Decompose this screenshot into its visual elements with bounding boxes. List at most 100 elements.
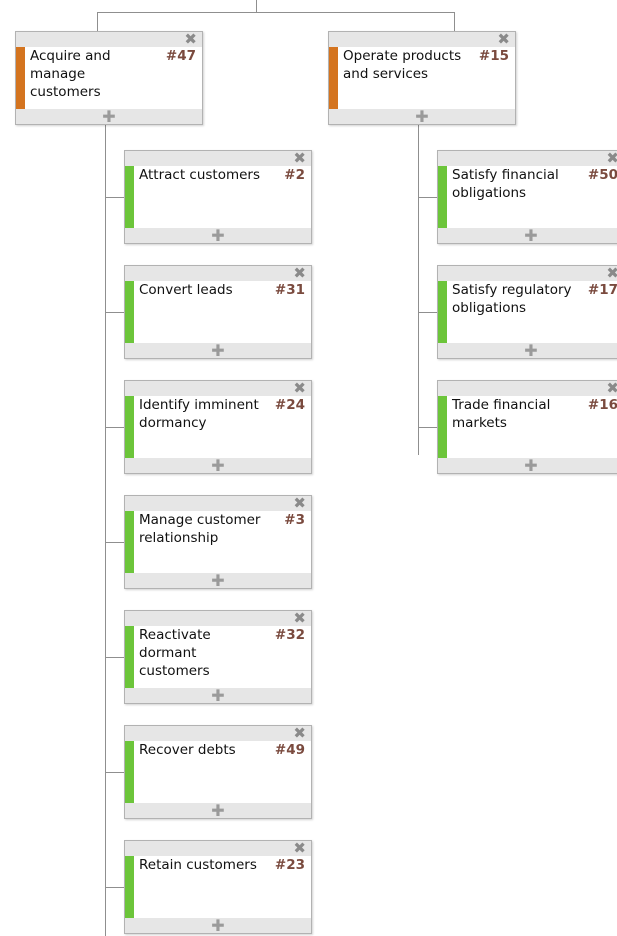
- card-number: #24: [274, 397, 305, 413]
- card-top-bar: [438, 381, 617, 396]
- close-icon[interactable]: ✖: [606, 264, 617, 282]
- card-top-bar: [16, 32, 202, 47]
- child-connector-horizontal: [105, 772, 124, 773]
- card-number: #31: [274, 282, 305, 298]
- child-card[interactable]: Reactivate dormant customers #32 ✖ ✚: [124, 609, 312, 704]
- close-icon[interactable]: ✖: [293, 264, 306, 282]
- card-number: #15: [478, 48, 509, 64]
- parent-connector-drop: [97, 12, 98, 31]
- card-top-bar: [125, 381, 311, 396]
- card-label: Operate products and services: [343, 48, 462, 82]
- add-icon[interactable]: ✚: [125, 573, 311, 589]
- card-accent-bar: [125, 396, 134, 458]
- close-icon[interactable]: ✖: [293, 724, 306, 742]
- close-icon[interactable]: ✖: [293, 494, 306, 512]
- card-accent-bar: [438, 281, 447, 343]
- add-icon[interactable]: ✚: [125, 918, 311, 934]
- add-icon[interactable]: ✚: [125, 803, 311, 819]
- card-number: #32: [274, 627, 305, 643]
- close-icon[interactable]: ✖: [293, 609, 306, 627]
- card-top-bar: [125, 151, 311, 166]
- card-top-bar: [125, 841, 311, 856]
- parent-connector-drop: [454, 12, 455, 31]
- close-icon[interactable]: ✖: [293, 149, 306, 167]
- card-label: Identify imminent dormancy: [139, 397, 259, 431]
- card-accent-bar: [125, 741, 134, 803]
- card-number: #49: [274, 742, 305, 758]
- card-accent-bar: [329, 47, 338, 109]
- child-card[interactable]: Identify imminent dormancy #24 ✖ ✚: [124, 379, 312, 474]
- child-connector-horizontal: [105, 887, 124, 888]
- child-connector-horizontal: [418, 427, 437, 428]
- add-icon[interactable]: ✚: [329, 109, 515, 125]
- add-icon[interactable]: ✚: [438, 343, 617, 359]
- card-accent-bar: [125, 281, 134, 343]
- child-card[interactable]: Attract customers #2 ✖ ✚: [124, 149, 312, 244]
- child-connector-horizontal: [105, 542, 124, 543]
- capability-tree: Acquire and manage customers #47 ✖ ✚ Attract…: [0, 0, 617, 936]
- child-connector-horizontal: [105, 427, 124, 428]
- card-label: Satisfy financial obligations: [452, 167, 559, 201]
- card-label: Satisfy regulatory obligations: [452, 282, 572, 316]
- card-accent-bar: [438, 166, 447, 228]
- child-card[interactable]: Trade financial markets #16 ✖ ✚: [437, 379, 617, 474]
- card-accent-bar: [125, 511, 134, 573]
- card-top-bar: [329, 32, 515, 47]
- card-label: Retain customers: [139, 857, 257, 873]
- close-icon[interactable]: ✖: [184, 30, 197, 48]
- child-connector-horizontal: [105, 657, 124, 658]
- add-icon[interactable]: ✚: [125, 228, 311, 244]
- child-connector-vertical: [105, 125, 106, 936]
- add-icon[interactable]: ✚: [438, 458, 617, 474]
- card-top-bar: [438, 151, 617, 166]
- child-connector-horizontal: [105, 197, 124, 198]
- child-connector-horizontal: [418, 312, 437, 313]
- top-connector-stub: [256, 0, 257, 12]
- card-number: #16: [587, 397, 617, 413]
- add-icon[interactable]: ✚: [438, 228, 617, 244]
- close-icon[interactable]: ✖: [606, 379, 617, 397]
- card-top-bar: [125, 611, 311, 626]
- close-icon[interactable]: ✖: [293, 379, 306, 397]
- card-number: #23: [274, 857, 305, 873]
- close-icon[interactable]: ✖: [606, 149, 617, 167]
- card-number: #17: [587, 282, 617, 298]
- child-connector-vertical: [418, 125, 419, 455]
- card-accent-bar: [438, 396, 447, 458]
- parent-card[interactable]: Operate products and services #15 ✖ ✚: [328, 30, 516, 125]
- child-card[interactable]: Satisfy regulatory obligations #17 ✖ ✚: [437, 264, 617, 359]
- card-label: Trade financial markets: [452, 397, 551, 431]
- parent-card[interactable]: Acquire and manage customers #47 ✖ ✚: [15, 30, 203, 125]
- child-card[interactable]: Retain customers #23 ✖ ✚: [124, 839, 312, 934]
- card-label: Acquire and manage customers: [30, 48, 111, 100]
- add-icon[interactable]: ✚: [125, 688, 311, 704]
- add-icon[interactable]: ✚: [125, 343, 311, 359]
- card-label: Convert leads: [139, 282, 233, 298]
- child-card[interactable]: Satisfy financial obligations #50 ✖ ✚: [437, 149, 617, 244]
- card-accent-bar: [125, 626, 134, 688]
- card-top-bar: [438, 266, 617, 281]
- card-accent-bar: [16, 47, 25, 109]
- child-connector-horizontal: [418, 197, 437, 198]
- card-number: #2: [284, 167, 305, 183]
- card-accent-bar: [125, 166, 134, 228]
- close-icon[interactable]: ✖: [497, 30, 510, 48]
- card-accent-bar: [125, 856, 134, 918]
- card-label: Attract customers: [139, 167, 261, 183]
- card-label: Manage customer relationship: [139, 512, 261, 546]
- card-number: #50: [587, 167, 617, 183]
- card-label: Recover debts: [139, 742, 236, 758]
- card-label: Reactivate dormant customers: [139, 627, 211, 679]
- close-icon[interactable]: ✖: [293, 839, 306, 857]
- child-card[interactable]: Convert leads #31 ✖ ✚: [124, 264, 312, 359]
- card-top-bar: [125, 266, 311, 281]
- card-top-bar: [125, 496, 311, 511]
- top-connector-horizontal: [97, 12, 454, 13]
- card-top-bar: [125, 726, 311, 741]
- child-card[interactable]: Manage customer relationship #3 ✖ ✚: [124, 494, 312, 589]
- child-card[interactable]: Recover debts #49 ✖ ✚: [124, 724, 312, 819]
- card-number: #3: [284, 512, 305, 528]
- add-icon[interactable]: ✚: [16, 109, 202, 125]
- add-icon[interactable]: ✚: [125, 458, 311, 474]
- child-connector-horizontal: [105, 312, 124, 313]
